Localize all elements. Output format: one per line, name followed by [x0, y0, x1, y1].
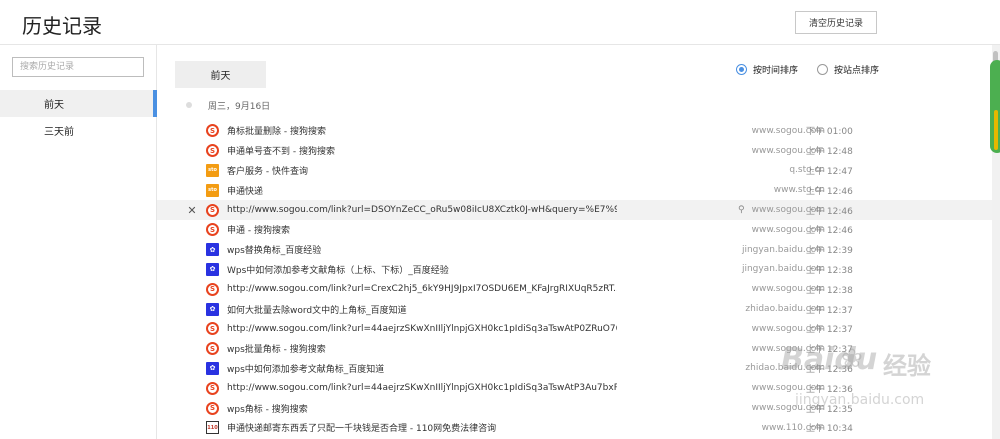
history-row[interactable]: S 申通单号查不到 - 搜狗搜索 www.sogou.com 上午 12:48 — [157, 141, 992, 161]
sto-icon: sto — [206, 163, 219, 177]
history-row[interactable]: sto 客户服务 - 快件查询 q.sto.cn 上午 12:47 — [157, 161, 992, 181]
history-row[interactable]: ✕ Shttp://www.sogou.com/link?url=DSOYnZeC… — [157, 200, 992, 220]
history-row-title[interactable]: 申通快递 — [227, 184, 617, 197]
history-row[interactable]: Swps批量角标 - 搜狗搜索 www.sogou.com 上午 12:37 — [157, 339, 992, 359]
history-row-title[interactable]: http://www.sogou.com/link?url=44aejrzSKw… — [227, 383, 617, 393]
history-row-title[interactable]: wps中如何添加参考文献角标_百度知道 — [227, 362, 617, 375]
side-widget-indicator — [994, 110, 998, 150]
history-row-title[interactable]: Wps中如何添加参考文献角标（上标、下标）_百度经验 — [227, 263, 617, 276]
sogou-icon: S — [206, 282, 219, 296]
history-row-time: 上午 12:46 — [806, 206, 853, 217]
history-row-title[interactable]: wps批量角标 - 搜狗搜索 — [227, 342, 617, 355]
sort-by-site-option[interactable]: 按站点排序 — [817, 63, 879, 76]
history-row-time: 上午 12:36 — [806, 384, 853, 395]
baidu-icon: ✿ — [206, 361, 219, 375]
sogou-icon: S — [206, 381, 219, 395]
sidebar-item-day-before-yesterday[interactable]: 前天 — [0, 90, 157, 117]
history-row[interactable]: Shttp://www.sogou.com/link?url=44aejrzSK… — [157, 378, 992, 398]
history-row[interactable]: S 申通 - 搜狗搜索 www.sogou.com 上午 12:46 — [157, 220, 992, 240]
history-list: S 角标批量删除 - 搜狗搜索 www.sogou.com 下午 01:00 S 申通单号… — [157, 121, 992, 438]
sogou-icon: S — [206, 124, 219, 138]
radio-unselected-icon — [817, 64, 828, 75]
sidebar: 前天 三天前 — [0, 45, 157, 439]
history-row[interactable]: Shttp://www.sogou.com/link?url=CrexC2hj5… — [157, 279, 992, 299]
history-row-time: 上午 12:37 — [806, 305, 853, 316]
sogou-icon: S — [206, 401, 219, 415]
sort-by-site-label: 按站点排序 — [834, 66, 880, 76]
history-row[interactable]: ✿ wps替换角标_百度经验 jingyan.baidu.com 上午 12:39 — [157, 240, 992, 260]
history-row-time: 上午 12:46 — [806, 226, 853, 237]
history-row-time: 上午 12:38 — [806, 265, 853, 276]
baidu-icon: ✿ — [206, 262, 219, 276]
sogou-icon: S — [206, 203, 219, 217]
history-row[interactable]: ✿ 如何大批量去除word文中的上角标_百度知道 zhidao.baidu.com 上… — [157, 299, 992, 319]
history-row-title[interactable]: 如何大批量去除word文中的上角标_百度知道 — [227, 303, 617, 316]
history-row-time: 上午 12:38 — [806, 285, 853, 296]
sto-icon: sto — [206, 183, 219, 197]
history-row-title[interactable]: 角标批量删除 - 搜狗搜索 — [227, 124, 617, 137]
history-row-time: 上午 12:35 — [806, 404, 853, 415]
history-row-time: 上午 12:36 — [806, 364, 853, 375]
history-row-time: 上午 12:48 — [806, 147, 853, 158]
sogou-icon: S — [206, 322, 219, 336]
history-row[interactable]: 110 申通快递邮寄东西丢了只配一千块钱是否合理 - 110网免费法律咨询 www.… — [157, 418, 992, 438]
timeline-dot — [186, 102, 192, 108]
sidebar-item-three-days-ago[interactable]: 三天前 — [0, 117, 157, 144]
history-row-title[interactable]: http://www.sogou.com/link?url=44aejrzSKw… — [227, 324, 617, 334]
baidu-icon: ✿ — [206, 302, 219, 316]
history-row-title[interactable]: 申通快递邮寄东西丢了只配一千块钱是否合理 - 110网免费法律咨询 — [227, 421, 617, 434]
history-row-title[interactable]: 申通 - 搜狗搜索 — [227, 223, 617, 236]
history-row-time: 上午 12:46 — [806, 186, 853, 197]
history-row[interactable]: Shttp://www.sogou.com/link?url=44aejrzSK… — [157, 319, 992, 339]
history-row-title[interactable]: 客户服务 - 快件查询 — [227, 164, 617, 177]
search-icon[interactable]: ⚲ — [738, 205, 745, 215]
history-row-time: 上午 10:34 — [806, 424, 853, 435]
history-row-time: 上午 12:47 — [806, 166, 853, 177]
history-row-title[interactable]: wps替换角标_百度经验 — [227, 243, 617, 256]
history-row[interactable]: ✿ Wps中如何添加参考文献角标（上标、下标）_百度经验 jingyan.baidu… — [157, 260, 992, 280]
history-row-title[interactable]: http://www.sogou.com/link?url=CrexC2hj5_… — [227, 284, 617, 294]
sort-by-time-option[interactable]: 按时间排序 — [736, 63, 798, 76]
history-row-time: 上午 12:37 — [806, 345, 853, 356]
sogou-icon: S — [206, 144, 219, 158]
radio-selected-icon — [736, 64, 747, 75]
baidu-icon: ✿ — [206, 243, 219, 257]
history-row-time: 下午 01:00 — [806, 127, 853, 138]
clear-history-button[interactable]: 清空历史记录 — [795, 11, 877, 34]
top-bar: 历史记录 清空历史记录 — [0, 0, 1000, 45]
history-row[interactable]: S 角标批量删除 - 搜狗搜索 www.sogou.com 下午 01:00 — [157, 121, 992, 141]
history-row-title[interactable]: wps角标 - 搜狗搜索 — [227, 402, 617, 415]
delete-icon[interactable]: ✕ — [186, 204, 198, 217]
history-row[interactable]: sto 申通快递 www.sto.cn 上午 12:46 — [157, 180, 992, 200]
110-icon: 110 — [206, 421, 219, 435]
history-row-title[interactable]: http://www.sogou.com/link?url=DSOYnZeCC_… — [227, 205, 617, 215]
sogou-icon: S — [206, 223, 219, 237]
page-title: 历史记录 — [22, 14, 102, 38]
search-history-input[interactable] — [12, 57, 144, 77]
date-heading: 周三，9月16日 — [208, 102, 271, 112]
sogou-icon: S — [206, 342, 219, 356]
history-row[interactable]: Swps角标 - 搜狗搜索 www.sogou.com 上午 12:35 — [157, 398, 992, 418]
day-tab[interactable]: 前天 — [175, 61, 266, 88]
history-content: 前天 按时间排序 按站点排序 周三，9月16日 S 角标批量删除 - 搜狗搜索 ww… — [157, 45, 992, 439]
history-row-title[interactable]: 申通单号查不到 - 搜狗搜索 — [227, 144, 617, 157]
sort-by-time-label: 按时间排序 — [753, 66, 799, 76]
history-row-time: 上午 12:39 — [806, 246, 853, 257]
history-row-time: 上午 12:37 — [806, 325, 853, 336]
history-row[interactable]: ✿ wps中如何添加参考文献角标_百度知道 zhidao.baidu.com 上午 1… — [157, 359, 992, 379]
